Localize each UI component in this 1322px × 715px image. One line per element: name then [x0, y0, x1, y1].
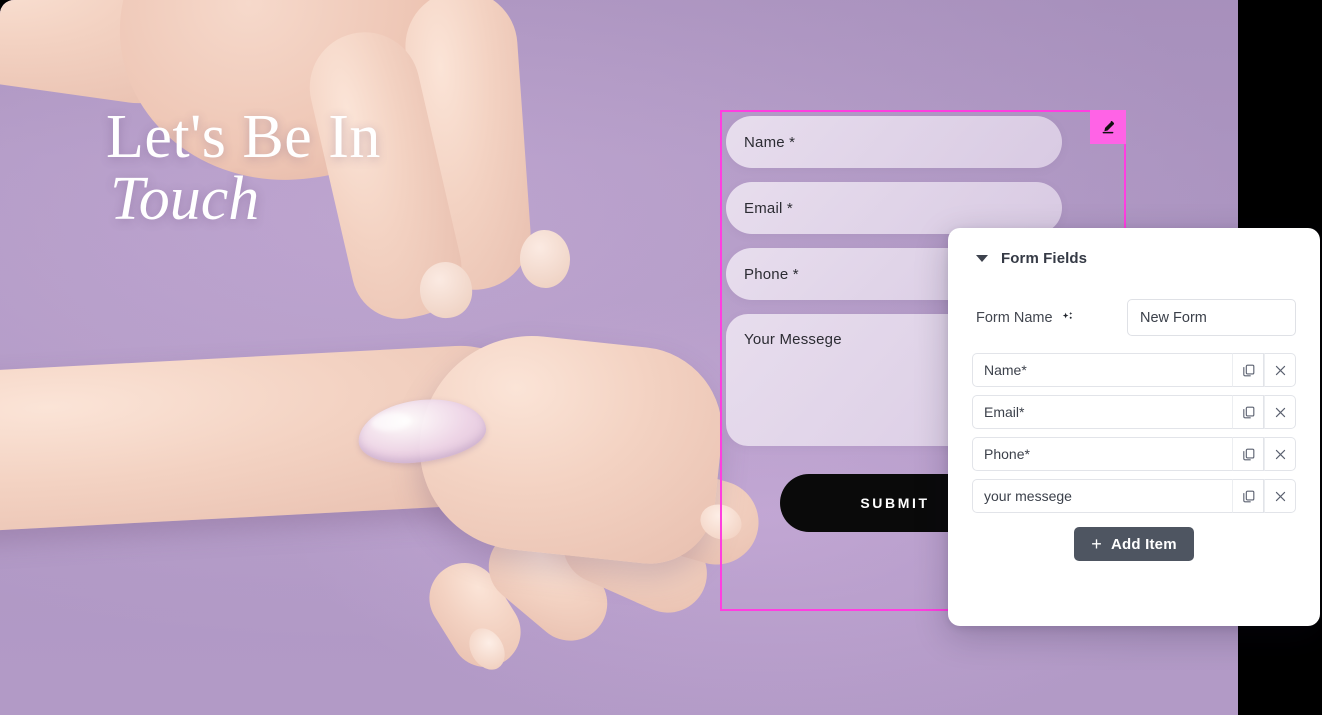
- caret-down-icon[interactable]: [976, 255, 988, 262]
- copy-icon: [1242, 490, 1254, 502]
- form-fields-list: [948, 353, 1320, 513]
- upper-hand-nail-2: [518, 228, 572, 290]
- close-icon: [1275, 365, 1285, 375]
- sparkle-icon[interactable]: [1060, 310, 1075, 325]
- form-fields-settings-panel[interactable]: Form Fields Form Name New Form Name* Ema…: [948, 228, 1320, 626]
- email-input[interactable]: Email *: [726, 182, 1062, 234]
- edit-element-button[interactable]: [1090, 110, 1126, 144]
- field-label-input[interactable]: [972, 479, 1232, 513]
- close-icon: [1275, 491, 1285, 501]
- add-item-row: + Add Item: [948, 527, 1320, 561]
- form-field-row[interactable]: [972, 437, 1296, 471]
- form-field-row[interactable]: [972, 479, 1296, 513]
- form-field-row[interactable]: [972, 353, 1296, 387]
- headline-line-2: Touch: [110, 165, 260, 234]
- delete-field-button[interactable]: [1264, 479, 1296, 513]
- copy-icon: [1242, 448, 1254, 460]
- pencil-icon: [1102, 121, 1114, 134]
- form-name-input[interactable]: [1127, 299, 1296, 336]
- copy-icon: [1242, 406, 1254, 418]
- add-item-label: Add Item: [1110, 535, 1177, 553]
- delete-field-button[interactable]: [1264, 353, 1296, 387]
- form-name-label-text: Form Name: [976, 309, 1053, 326]
- delete-field-button[interactable]: [1264, 437, 1296, 471]
- headline-line-1: Let's Be In: [106, 103, 381, 171]
- duplicate-field-button[interactable]: [1232, 437, 1264, 471]
- duplicate-field-button[interactable]: [1232, 479, 1264, 513]
- panel-header[interactable]: Form Fields: [948, 228, 1320, 267]
- copy-icon: [1242, 364, 1254, 376]
- duplicate-field-button[interactable]: [1232, 353, 1264, 387]
- form-name-row: Form Name: [948, 299, 1320, 336]
- form-field-row[interactable]: [972, 395, 1296, 429]
- form-name-label: Form Name: [976, 310, 1127, 326]
- name-input[interactable]: Name *: [726, 116, 1062, 168]
- close-icon: [1275, 407, 1285, 417]
- duplicate-field-button[interactable]: [1232, 395, 1264, 429]
- panel-title: Form Fields: [1001, 250, 1088, 267]
- field-label-input[interactable]: [972, 395, 1232, 429]
- close-icon: [1275, 449, 1285, 459]
- delete-field-button[interactable]: [1264, 395, 1296, 429]
- page-headline: Let's Be In Touch: [106, 103, 381, 234]
- field-label-input[interactable]: [972, 437, 1232, 471]
- add-item-button[interactable]: + Add Item: [1074, 527, 1194, 561]
- field-label-input[interactable]: [972, 353, 1232, 387]
- plus-icon: +: [1091, 534, 1102, 554]
